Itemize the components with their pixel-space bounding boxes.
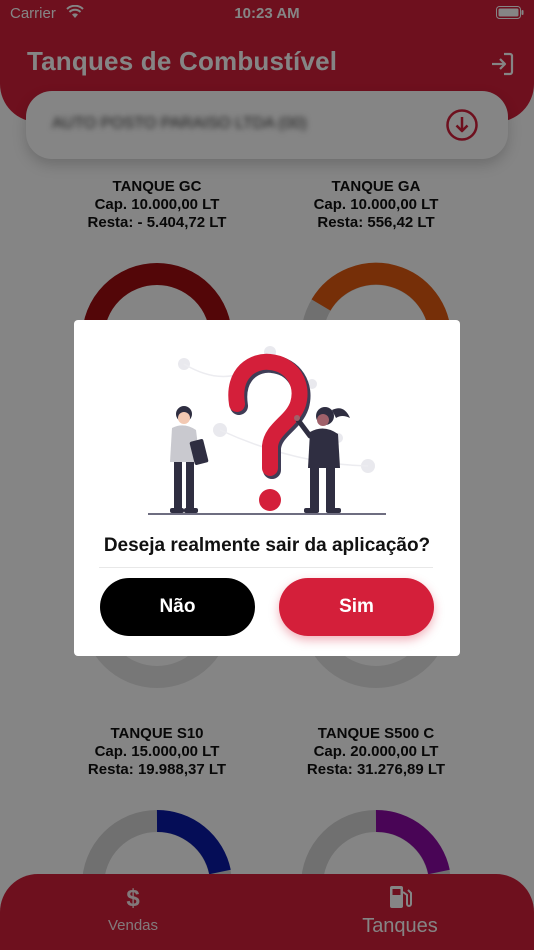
dialog-divider bbox=[99, 567, 433, 568]
question-illustration bbox=[148, 346, 386, 515]
app-screen: Carrier 10:23 AM Tanques de Combustível … bbox=[0, 0, 534, 950]
dialog-question: Deseja realmente sair da aplicação? bbox=[103, 535, 431, 556]
no-button[interactable]: Não bbox=[100, 578, 255, 636]
yes-button[interactable]: Sim bbox=[279, 578, 434, 636]
